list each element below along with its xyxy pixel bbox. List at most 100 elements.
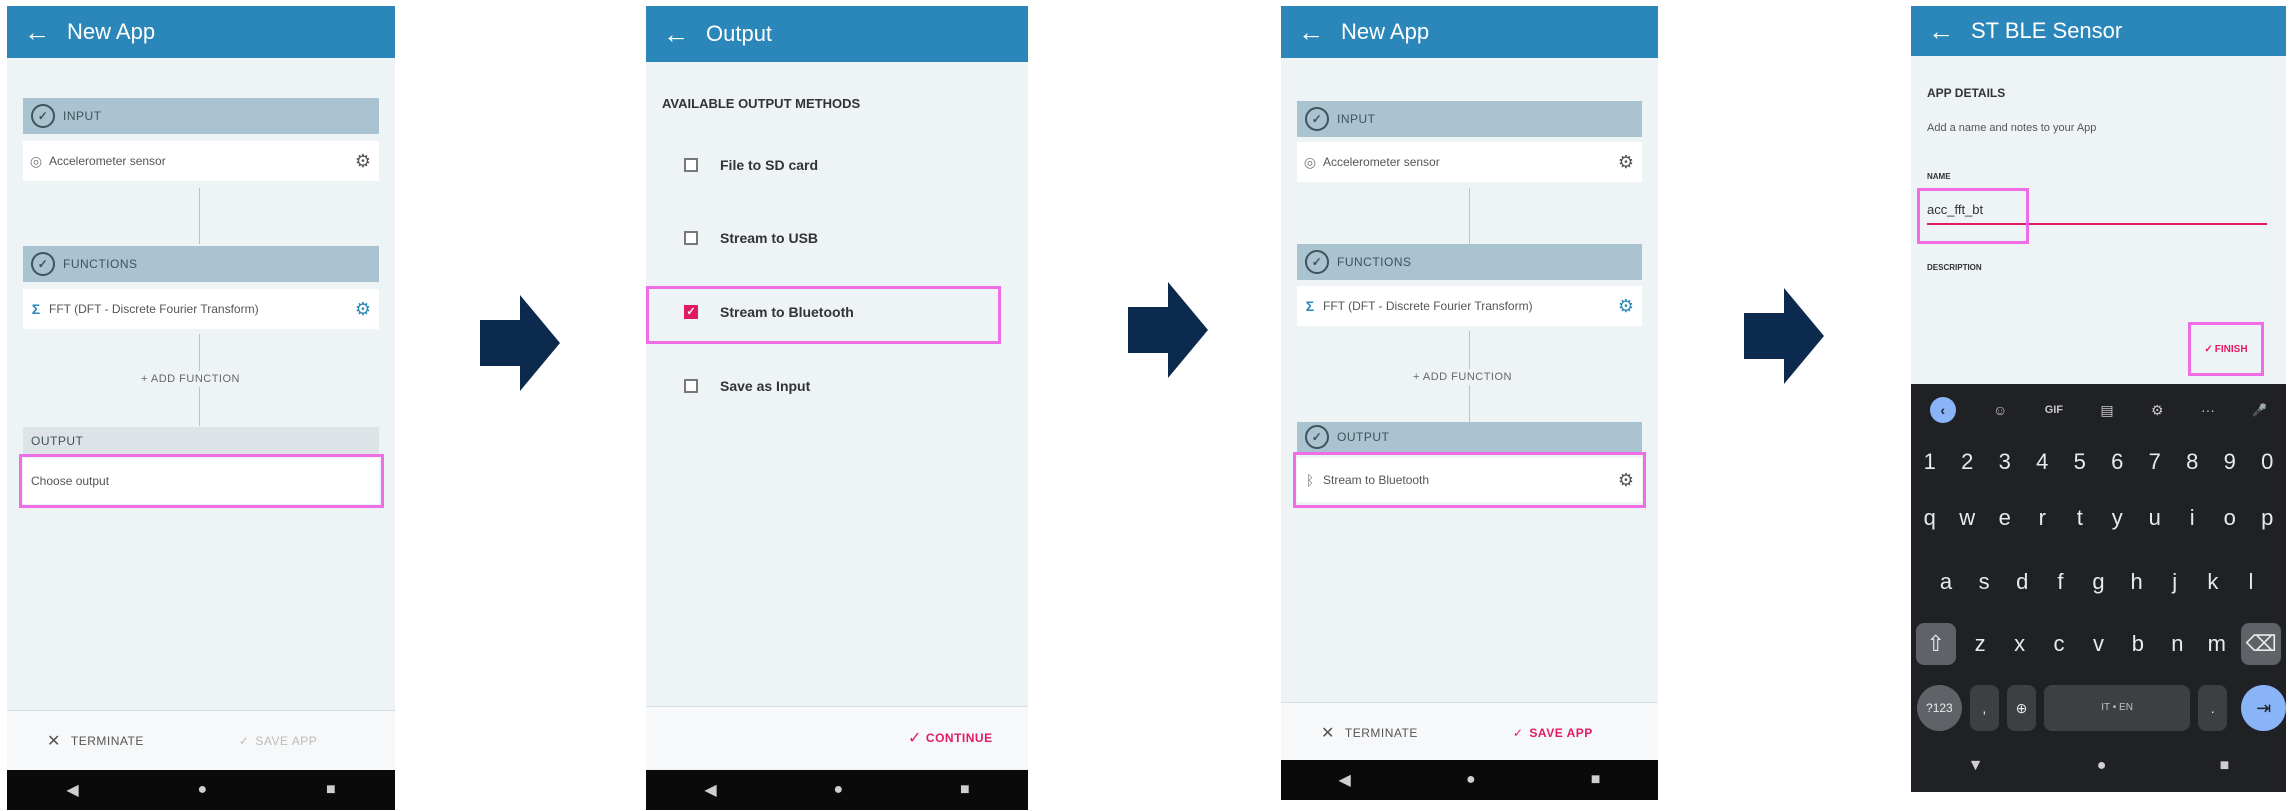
continue-button[interactable]: CONTINUE [926, 731, 993, 745]
save-app-button[interactable]: SAVE APP [1529, 726, 1592, 740]
gear-icon[interactable]: ⚙ [347, 299, 379, 320]
gear-icon[interactable]: ⚙ [1610, 152, 1642, 173]
bottom-action-bar: ✕ TERMINATE ✓ SAVE APP [1281, 702, 1658, 763]
key[interactable]: 6 [2102, 449, 2132, 475]
function-item-label: FFT (DFT - Discrete Fourier Transform) [49, 302, 259, 316]
checkbox[interactable] [684, 379, 698, 393]
nav-home-icon[interactable]: ● [197, 781, 207, 799]
gear-icon[interactable]: ⚙ [1610, 296, 1642, 317]
page-title: New App [67, 19, 156, 44]
nav-back-icon[interactable]: ◀ [1339, 770, 1351, 790]
input-item[interactable]: ◎ Accelerometer sensor ⚙ [23, 141, 379, 181]
key[interactable]: 1 [1915, 449, 1945, 475]
option-save-input[interactable]: Save as Input [684, 378, 810, 394]
key[interactable]: m [2202, 631, 2232, 657]
nav-home-icon[interactable]: ● [1466, 771, 1476, 789]
back-arrow-icon[interactable]: ← [1911, 18, 1971, 44]
option-label: Stream to USB [720, 230, 819, 246]
functions-section-header: ✓ FUNCTIONS [23, 246, 379, 282]
settings-icon[interactable]: ⚙ [2151, 402, 2164, 419]
nav-recents-icon[interactable]: ■ [326, 781, 336, 799]
key[interactable]: h [2122, 569, 2152, 595]
option-stream-usb[interactable]: Stream to USB [684, 230, 818, 246]
key[interactable]: x [2005, 631, 2035, 657]
back-arrow-icon[interactable]: ← [7, 19, 67, 45]
key[interactable]: 3 [1990, 449, 2020, 475]
option-file-sd[interactable]: File to SD card [684, 157, 818, 173]
globe-icon[interactable]: ⊕ [2006, 685, 2037, 731]
key[interactable]: z [1965, 631, 1995, 657]
enter-key[interactable]: ⇥ [2241, 685, 2286, 731]
nav-recents-icon[interactable]: ■ [960, 781, 970, 799]
input-item[interactable]: ◎ Accelerometer sensor ⚙ [1297, 142, 1642, 182]
clipboard-icon[interactable]: ▤ [2100, 402, 2113, 419]
shift-key[interactable]: ⇧ [1915, 623, 1956, 665]
key[interactable]: b [2123, 631, 2153, 657]
key[interactable]: y [2102, 505, 2132, 531]
key[interactable]: 8 [2177, 449, 2207, 475]
key[interactable]: 7 [2140, 449, 2170, 475]
comma-key[interactable]: , [1969, 685, 1999, 731]
key[interactable]: i [2177, 505, 2207, 531]
key[interactable]: q [1915, 505, 1945, 531]
backspace-key[interactable]: ⌫ [2241, 623, 2282, 665]
key[interactable]: p [2252, 505, 2282, 531]
key[interactable]: 5 [2065, 449, 2095, 475]
key[interactable]: t [2065, 505, 2095, 531]
function-item-label: FFT (DFT - Discrete Fourier Transform) [1323, 299, 1533, 313]
back-arrow-icon[interactable]: ← [646, 21, 706, 47]
key[interactable]: e [1990, 505, 2020, 531]
add-function-button[interactable]: + ADD FUNCTION [1409, 369, 1516, 385]
nav-recents-icon[interactable]: ■ [2220, 757, 2230, 775]
key[interactable]: d [2007, 569, 2037, 595]
more-icon[interactable]: ··· [2201, 402, 2215, 418]
nav-back-icon[interactable]: ◀ [704, 780, 716, 800]
key[interactable]: k [2198, 569, 2228, 595]
emoji-icon[interactable]: ☺ [1993, 402, 2007, 418]
key[interactable]: s [1969, 569, 1999, 595]
nav-recents-icon[interactable]: ■ [1591, 771, 1601, 789]
collapse-icon[interactable]: ‹ [1929, 397, 1956, 423]
close-icon[interactable]: ✕ [47, 731, 61, 751]
nav-home-icon[interactable]: ● [2097, 757, 2107, 775]
key[interactable]: 2 [1952, 449, 1982, 475]
gear-icon[interactable]: ⚙ [347, 151, 379, 172]
key[interactable]: 9 [2215, 449, 2245, 475]
function-item[interactable]: Σ FFT (DFT - Discrete Fourier Transform)… [1297, 286, 1642, 326]
key[interactable]: l [2236, 569, 2266, 595]
checkbox[interactable] [684, 158, 698, 172]
terminate-button[interactable]: TERMINATE [71, 734, 144, 748]
back-arrow-icon[interactable]: ← [1281, 19, 1341, 45]
gif-icon[interactable]: GIF [2045, 404, 2063, 416]
key[interactable]: r [2027, 505, 2057, 531]
key[interactable]: o [2215, 505, 2245, 531]
key[interactable]: 4 [2027, 449, 2057, 475]
key[interactable]: a [1931, 569, 1961, 595]
key[interactable]: v [2083, 631, 2113, 657]
output-section-header: ✓ OUTPUT [1297, 422, 1642, 452]
save-app-button[interactable]: SAVE APP [255, 734, 317, 748]
nav-home-icon[interactable]: ● [833, 781, 843, 799]
key[interactable]: 0 [2252, 449, 2282, 475]
key[interactable]: u [2140, 505, 2170, 531]
close-icon[interactable]: ✕ [1321, 723, 1335, 743]
key[interactable]: w [1952, 505, 1982, 531]
period-key[interactable]: . [2198, 685, 2228, 731]
page-title: ST BLE Sensor [1971, 18, 2123, 43]
key[interactable]: n [2162, 631, 2192, 657]
microphone-icon[interactable]: 🎤 [2252, 403, 2267, 417]
key[interactable]: f [2045, 569, 2075, 595]
key[interactable]: c [2044, 631, 2074, 657]
key[interactable]: j [2160, 569, 2190, 595]
space-key[interactable]: IT • EN [2044, 685, 2191, 731]
nav-back-icon[interactable]: ◀ [66, 780, 78, 800]
checkbox[interactable] [684, 231, 698, 245]
key[interactable]: g [2083, 569, 2113, 595]
add-function-button[interactable]: + ADD FUNCTION [137, 371, 244, 387]
function-item[interactable]: Σ FFT (DFT - Discrete Fourier Transform)… [23, 289, 379, 329]
symbols-key[interactable]: ?123 [1917, 685, 1962, 731]
terminate-button[interactable]: TERMINATE [1345, 726, 1418, 740]
finish-button[interactable]: ✓ FINISH [2188, 322, 2264, 376]
app-bar: ← Output [646, 6, 1028, 62]
nav-back-icon[interactable]: ▼ [1968, 757, 1984, 775]
